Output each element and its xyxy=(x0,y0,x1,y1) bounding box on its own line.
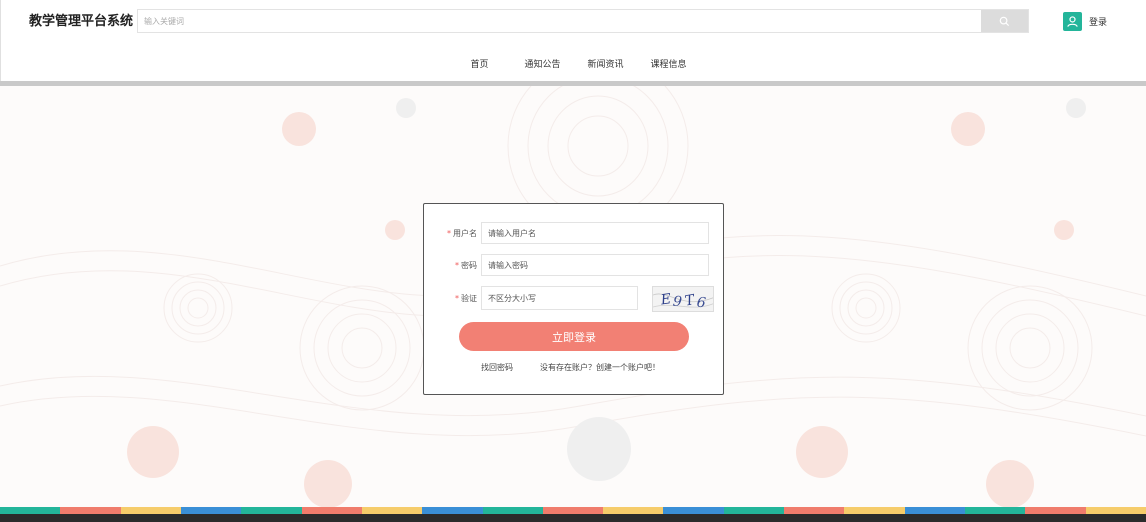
captcha-row: * 验证 xyxy=(424,286,638,310)
register-link[interactable]: 没有存在账户？创建一个账户吧！ xyxy=(540,362,660,373)
user-icon xyxy=(1063,11,1082,31)
captcha-input[interactable] xyxy=(481,286,638,310)
svg-text:E: E xyxy=(659,291,672,308)
search-bar xyxy=(137,9,1029,33)
svg-text:9: 9 xyxy=(672,294,683,311)
password-label: * 密码 xyxy=(455,260,477,270)
username-label: * 用户名 xyxy=(447,228,477,238)
svg-text:6: 6 xyxy=(696,295,707,312)
password-input[interactable] xyxy=(481,254,709,276)
footer-color-strip xyxy=(0,507,1146,514)
login-form: *用户名 *密码 *验证 E 9 T 6 立即登录 找回密码 没有存在账户？创建… xyxy=(423,203,724,395)
login-link-label: 登录 xyxy=(1089,17,1108,28)
login-entry[interactable]: 登录 xyxy=(1063,11,1107,31)
password-row: * 密码 xyxy=(424,254,709,276)
login-submit-button[interactable]: 立即登录 xyxy=(459,322,689,351)
captcha-image[interactable]: E 9 T 6 xyxy=(652,286,714,312)
header: 教学管理平台系统 登录 首页 通知公告 新闻资讯 课程信息 xyxy=(0,0,1146,87)
forgot-password-link[interactable]: 找回密码 xyxy=(481,362,513,373)
nav-item-label: 课程信息 xyxy=(650,60,687,70)
footer xyxy=(0,514,1146,522)
search-input[interactable] xyxy=(138,10,982,32)
nav-item-label: 新闻资讯 xyxy=(587,60,624,70)
search-icon xyxy=(999,12,1010,31)
app-title: 教学管理平台系统 xyxy=(29,14,134,29)
username-input[interactable] xyxy=(481,222,709,244)
username-row: * 用户名 xyxy=(424,222,709,244)
captcha-label: * 验证 xyxy=(455,293,477,303)
nav-item-label: 通知公告 xyxy=(524,60,561,70)
search-button[interactable] xyxy=(981,10,1028,32)
nav-item-label: 首页 xyxy=(470,60,489,70)
